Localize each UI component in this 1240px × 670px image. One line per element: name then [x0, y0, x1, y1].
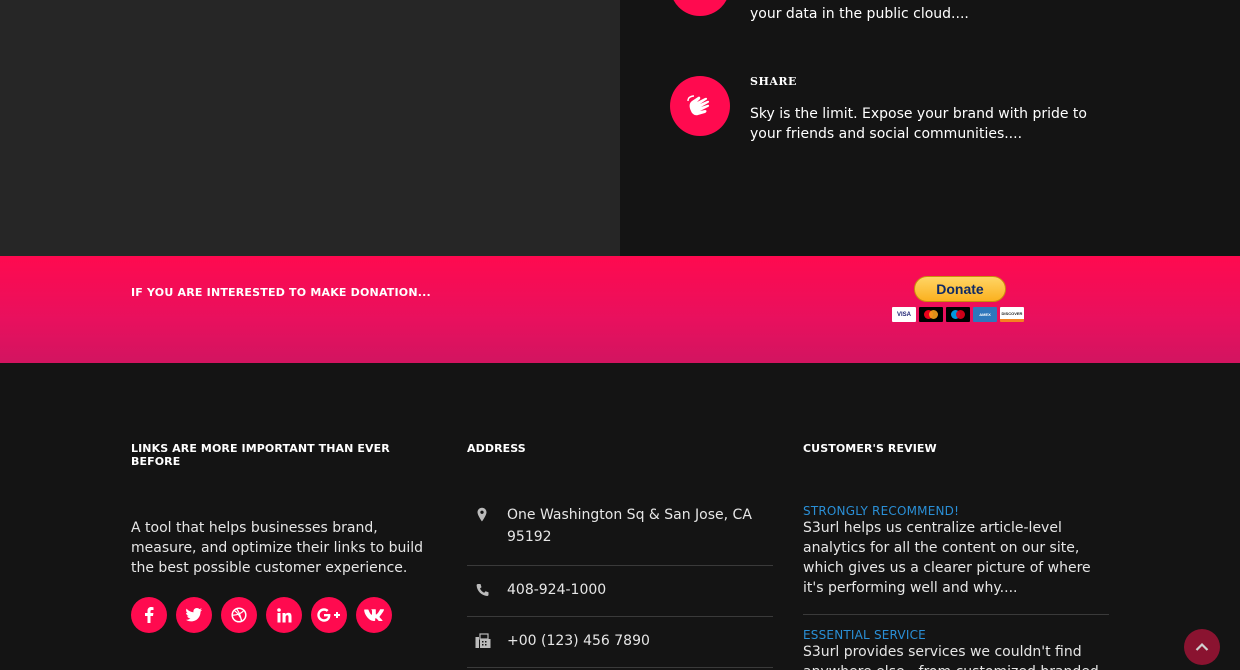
- visa-card-icon: VISA: [892, 307, 916, 322]
- vk-icon[interactable]: [356, 597, 392, 633]
- google-plus-icon[interactable]: [311, 597, 347, 633]
- maestro-icon: [946, 307, 970, 322]
- links-column-title: LINKS ARE MORE IMPORTANT THAN EVER BEFOR…: [131, 442, 390, 468]
- chevron-up-icon: [1195, 642, 1209, 651]
- about-text: A tool that helps businesses brand, meas…: [131, 520, 424, 576]
- review-title[interactable]: ESSENTIAL SERVICE: [803, 628, 926, 642]
- social-links: [131, 597, 392, 633]
- phone-text[interactable]: 408-924-1000: [507, 579, 767, 601]
- linkedin-icon[interactable]: [266, 597, 302, 633]
- feature-image-panel: [0, 0, 620, 256]
- donate-button[interactable]: Donate: [914, 276, 1006, 302]
- amex-card-icon: AMEX: [973, 307, 997, 322]
- divider: [803, 614, 1109, 615]
- share-text: Sky is the limit. Expose your brand with…: [750, 106, 1087, 142]
- divider: [467, 616, 773, 617]
- review-text: S3url provides services we couldn't find…: [803, 644, 1099, 670]
- facebook-icon[interactable]: [131, 597, 167, 633]
- features-section: your data in the public cloud.... SHARE …: [0, 0, 1240, 256]
- donation-bar: IF YOU ARE INTERESTED TO MAKE DONATION..…: [0, 256, 1240, 363]
- share-title: SHARE: [750, 75, 797, 88]
- review-column-title: CUSTOMER'S REVIEW: [803, 442, 937, 455]
- divider: [467, 565, 773, 566]
- share-hand-icon: [670, 76, 730, 136]
- payment-cards: VISA AMEX DISCOVER: [892, 307, 1024, 322]
- phone-icon: [475, 582, 489, 598]
- map-pin-icon: [475, 507, 489, 523]
- scroll-to-top-button[interactable]: [1184, 629, 1220, 665]
- fax-text: +00 (123) 456 7890: [507, 633, 650, 649]
- address-column-title: ADDRESS: [467, 442, 526, 455]
- divider: [467, 667, 773, 668]
- features-list: your data in the public cloud.... SHARE …: [620, 0, 1240, 256]
- site-footer: LINKS ARE MORE IMPORTANT THAN EVER BEFOR…: [0, 363, 1240, 670]
- mastercard-icon: [919, 307, 943, 322]
- cloud-feature-text: your data in the public cloud....: [750, 6, 969, 22]
- twitter-icon[interactable]: [176, 597, 212, 633]
- review-title[interactable]: STRONGLY RECOMMEND!: [803, 504, 959, 518]
- address-row: One Washington Sq & San Jose, CA 95192: [467, 504, 773, 552]
- review-text: S3url helps us centralize article-level …: [803, 520, 1091, 596]
- cloud-feature-icon: [670, 0, 730, 16]
- dribbble-icon[interactable]: [221, 597, 257, 633]
- fax-icon: [475, 633, 491, 649]
- donation-text: IF YOU ARE INTERESTED TO MAKE DONATION..…: [131, 286, 431, 299]
- discover-card-icon: DISCOVER: [1000, 307, 1024, 322]
- phone-row: 408-924-1000: [467, 579, 773, 603]
- fax-row: +00 (123) 456 7890: [467, 630, 773, 654]
- address-text: One Washington Sq & San Jose, CA 95192: [507, 507, 752, 545]
